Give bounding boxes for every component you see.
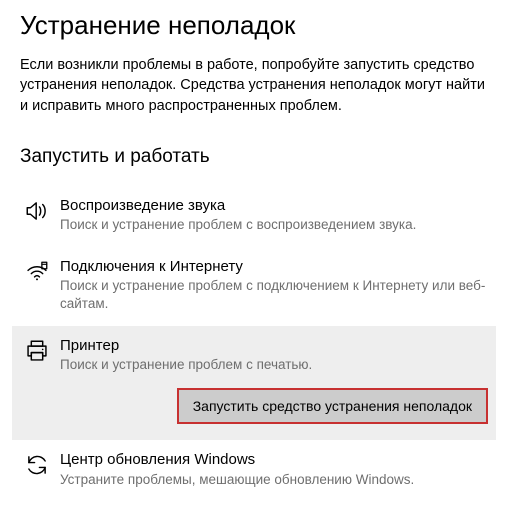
item-desc: Поиск и устранение проблем с печатью.	[60, 356, 488, 374]
run-troubleshooter-button[interactable]: Запустить средство устранения неполадок	[177, 388, 488, 424]
page-title: Устранение неполадок	[20, 10, 488, 41]
item-desc: Устраните проблемы, мешающие обновлению …	[60, 471, 488, 489]
item-title: Воспроизведение звука	[60, 196, 488, 216]
item-desc: Поиск и устранение проблем с подключение…	[60, 277, 488, 313]
item-title: Принтер	[60, 336, 488, 356]
sync-icon	[20, 450, 54, 478]
troubleshoot-item-audio[interactable]: Воспроизведение звука Поиск и устранение…	[12, 186, 496, 247]
item-desc: Поиск и устранение проблем с воспроизвед…	[60, 216, 488, 234]
item-title: Подключения к Интернету	[60, 257, 488, 277]
page-intro: Если возникли проблемы в работе, попробу…	[20, 55, 488, 116]
troubleshoot-item-printer[interactable]: Принтер Поиск и устранение проблем с печ…	[12, 326, 496, 441]
item-title: Центр обновления Windows	[60, 450, 488, 470]
section-title: Запустить и работать	[20, 146, 488, 168]
speaker-icon	[20, 196, 54, 224]
printer-icon	[20, 336, 54, 364]
troubleshoot-item-internet[interactable]: Подключения к Интернету Поиск и устранен…	[12, 247, 496, 326]
troubleshoot-item-windows-update[interactable]: Центр обновления Windows Устраните пробл…	[12, 440, 496, 501]
wifi-icon	[20, 257, 54, 285]
